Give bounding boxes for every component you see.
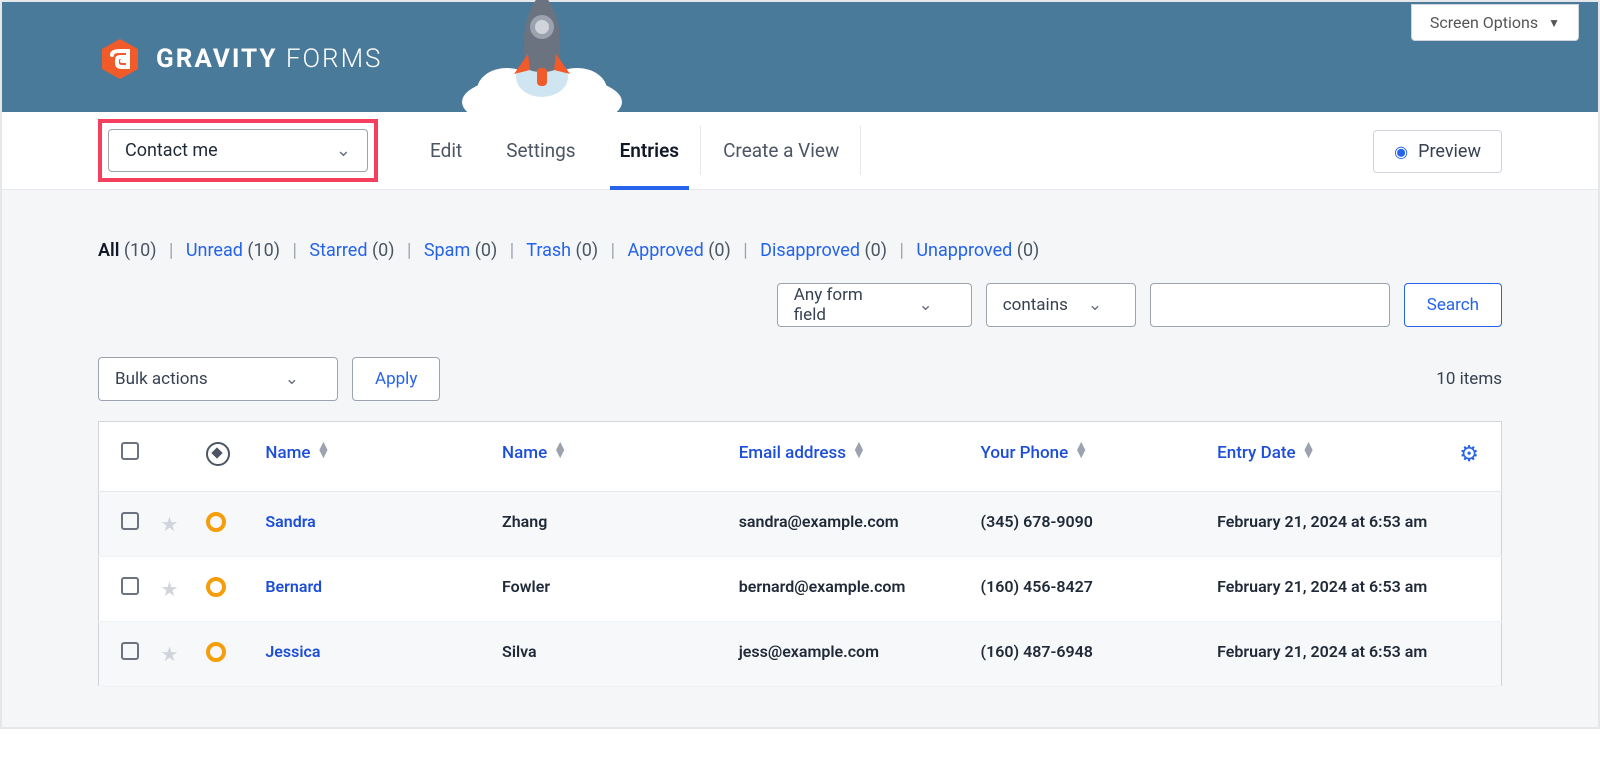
form-select-value: Contact me xyxy=(125,140,218,161)
banner-header: GRAVITY FORMS Screen Options ▼ xyxy=(2,2,1598,112)
star-icon[interactable]: ★ xyxy=(160,577,178,601)
filter-approved[interactable]: Approved (0) xyxy=(627,240,730,261)
entry-last-name: Fowler xyxy=(502,577,550,596)
rocket-illustration xyxy=(452,0,632,122)
logo: GRAVITY FORMS xyxy=(98,37,382,81)
column-email[interactable]: Email address▲▼ xyxy=(729,422,971,492)
content-area: All (10) | Unread (10) | Starred (0) | S… xyxy=(2,190,1598,727)
row-checkbox[interactable] xyxy=(121,512,139,530)
column-name-first[interactable]: Name▲▼ xyxy=(255,422,492,492)
status-circle-icon[interactable] xyxy=(206,642,226,662)
sort-icon: ▲▼ xyxy=(1074,442,1088,458)
star-icon[interactable]: ★ xyxy=(160,642,178,666)
compass-icon[interactable] xyxy=(206,442,230,466)
column-name-last[interactable]: Name▲▼ xyxy=(492,422,729,492)
preview-button[interactable]: ◉ Preview xyxy=(1373,130,1502,173)
entry-date: February 21, 2024 at 6:53 am xyxy=(1217,642,1427,661)
entry-date: February 21, 2024 at 6:53 am xyxy=(1217,512,1427,531)
search-input[interactable] xyxy=(1150,283,1390,327)
entry-filters: All (10) | Unread (10) | Starred (0) | S… xyxy=(98,240,1502,261)
sort-icon: ▲▼ xyxy=(317,442,331,458)
form-select[interactable]: Contact me ⌄ xyxy=(108,129,368,172)
gravity-logo-icon xyxy=(98,37,142,81)
tab-bar: Contact me ⌄ Edit Settings Entries Creat… xyxy=(2,112,1598,190)
column-phone[interactable]: Your Phone▲▼ xyxy=(971,422,1208,492)
screen-options-label: Screen Options xyxy=(1430,13,1538,32)
select-all-checkbox[interactable] xyxy=(121,442,139,460)
screen-options-button[interactable]: Screen Options ▼ xyxy=(1411,4,1579,41)
chevron-down-icon: ⌄ xyxy=(336,140,351,161)
sort-icon: ▲▼ xyxy=(852,442,866,458)
tab-settings[interactable]: Settings xyxy=(484,112,597,189)
preview-label: Preview xyxy=(1418,141,1481,162)
filter-all[interactable]: All (10) xyxy=(98,240,157,261)
filter-disapproved[interactable]: Disapproved (0) xyxy=(760,240,887,261)
search-button[interactable]: Search xyxy=(1404,283,1502,327)
filter-unapproved[interactable]: Unapproved (0) xyxy=(916,240,1039,261)
column-date[interactable]: Entry Date▲▼ xyxy=(1207,422,1444,492)
entry-first-name[interactable]: Jessica xyxy=(265,642,320,661)
star-icon[interactable]: ★ xyxy=(160,512,178,536)
entry-phone: (160) 456-8427 xyxy=(981,577,1093,596)
entry-phone: (345) 678-9090 xyxy=(981,512,1093,531)
logo-text: GRAVITY FORMS xyxy=(156,44,382,74)
tab-entries[interactable]: Entries xyxy=(598,112,701,189)
filter-starred[interactable]: Starred (0) xyxy=(309,240,394,261)
entry-first-name[interactable]: Bernard xyxy=(265,577,322,596)
filter-trash[interactable]: Trash (0) xyxy=(526,240,598,261)
eye-icon: ◉ xyxy=(1394,142,1408,161)
chevron-down-icon: ⌄ xyxy=(1088,295,1102,315)
chevron-down-icon: ⌄ xyxy=(919,295,933,315)
entry-first-name[interactable]: Sandra xyxy=(265,512,315,531)
status-circle-icon[interactable] xyxy=(206,577,226,597)
form-select-highlight: Contact me ⌄ xyxy=(98,119,378,182)
sort-icon: ▲▼ xyxy=(553,442,567,458)
bulk-actions-select[interactable]: Bulk actions⌄ xyxy=(98,357,338,401)
tab-create-view[interactable]: Create a View xyxy=(701,112,861,189)
gear-icon[interactable]: ⚙ xyxy=(1459,442,1479,467)
search-field-select[interactable]: Any form field⌄ xyxy=(777,283,972,327)
search-row: Any form field⌄ contains⌄ Search xyxy=(98,283,1502,327)
bulk-actions-row: Bulk actions⌄ Apply 10 items xyxy=(98,357,1502,401)
table-row: ★ Jessica Silva jess@example.com (160) 4… xyxy=(99,622,1502,687)
table-row: ★ Bernard Fowler bernard@example.com (16… xyxy=(99,557,1502,622)
chevron-down-icon: ⌄ xyxy=(285,369,299,389)
chevron-down-icon: ▼ xyxy=(1548,16,1560,30)
apply-button[interactable]: Apply xyxy=(352,357,440,401)
table-row: ★ Sandra Zhang sandra@example.com (345) … xyxy=(99,492,1502,557)
tab-edit[interactable]: Edit xyxy=(408,112,484,189)
entry-last-name: Zhang xyxy=(502,512,547,531)
status-circle-icon[interactable] xyxy=(206,512,226,532)
entry-date: February 21, 2024 at 6:53 am xyxy=(1217,577,1427,596)
entry-last-name: Silva xyxy=(502,642,537,661)
row-checkbox[interactable] xyxy=(121,577,139,595)
entry-email: jess@example.com xyxy=(739,642,879,661)
entries-table: Name▲▼ Name▲▼ Email address▲▼ Your Phone… xyxy=(98,421,1502,687)
entry-email: sandra@example.com xyxy=(739,512,899,531)
search-operator-select[interactable]: contains⌄ xyxy=(986,283,1136,327)
row-checkbox[interactable] xyxy=(121,642,139,660)
entry-email: bernard@example.com xyxy=(739,577,906,596)
sort-icon: ▲▼ xyxy=(1302,442,1316,458)
entry-phone: (160) 487-6948 xyxy=(981,642,1093,661)
filter-spam[interactable]: Spam (0) xyxy=(424,240,497,261)
items-count: 10 items xyxy=(1436,369,1502,389)
filter-unread[interactable]: Unread (10) xyxy=(186,240,280,261)
